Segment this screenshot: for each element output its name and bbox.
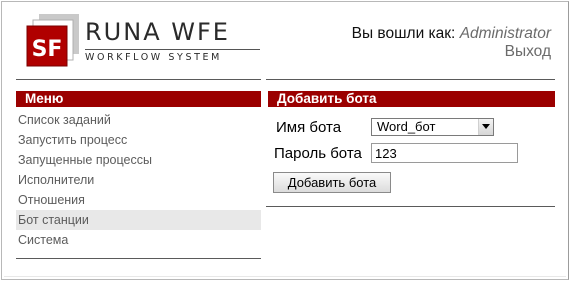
menu-item-running-processes[interactable]: Запущенные процессы <box>16 150 261 170</box>
runa-wfe-logo: SF RUNA WFE WORKFLOW SYSTEM <box>25 12 261 68</box>
panel-top-divider <box>266 79 555 80</box>
logout-link[interactable]: Выход <box>505 43 551 61</box>
sf-logo-icon: SF <box>26 14 79 67</box>
menu-header: Меню <box>16 91 261 107</box>
menu-item-bot-stations[interactable]: Бот станции <box>16 210 261 230</box>
bot-name-select[interactable]: Word_бот <box>371 118 494 136</box>
menu-item-task-list[interactable]: Список заданий <box>16 110 261 130</box>
bot-password-label: Пароль бота <box>274 145 362 162</box>
logo-subtitle: WORKFLOW SYSTEM <box>85 52 222 63</box>
menu-top-divider <box>16 79 261 80</box>
add-bot-button[interactable]: Добавить бота <box>273 172 391 193</box>
panel-bottom-divider <box>266 206 555 207</box>
menu-item-start-process[interactable]: Запустить процесс <box>16 130 261 150</box>
menu-item-relations[interactable]: Отношения <box>16 190 261 210</box>
logged-in-label: Вы вошли как: <box>351 25 456 42</box>
login-status: Вы вошли как: Administrator <box>352 25 551 43</box>
username: Administrator <box>459 25 551 42</box>
menu-item-system[interactable]: Система <box>16 230 261 250</box>
logo-divider <box>85 49 260 50</box>
window-bottom-edge <box>4 276 566 277</box>
menu-item-executors[interactable]: Исполнители <box>16 170 261 190</box>
svg-text:SF: SF <box>32 37 63 62</box>
menu-bottom-divider <box>16 258 261 259</box>
logo-title: RUNA WFE <box>85 18 230 46</box>
add-bot-header: Добавить бота <box>268 91 555 107</box>
menu-list: Список заданий Запустить процесс Запущен… <box>16 110 261 250</box>
bot-name-selected-value: Word_бот <box>377 119 436 134</box>
bot-name-label: Имя бота <box>276 119 342 136</box>
dropdown-arrow-icon[interactable] <box>478 119 493 135</box>
bot-password-input[interactable] <box>371 143 518 163</box>
